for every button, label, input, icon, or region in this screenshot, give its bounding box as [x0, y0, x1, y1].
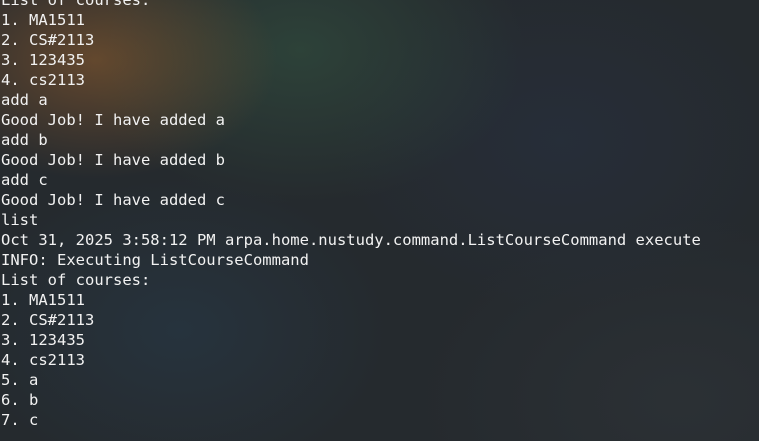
terminal-line: List of courses:	[1, 0, 151, 9]
terminal-line: add a	[1, 91, 48, 109]
terminal-line: List of courses:	[1, 271, 151, 289]
terminal-line: 7. c	[1, 411, 39, 429]
terminal-line: add c	[1, 171, 48, 189]
terminal-line: add b	[1, 131, 48, 149]
terminal-line: INFO: Executing ListCourseCommand	[1, 251, 309, 269]
terminal-line: 3. 123435	[1, 331, 85, 349]
terminal-line: 3. 123435	[1, 51, 85, 69]
terminal-line: 5. a	[1, 371, 39, 389]
terminal-line: Good Job! I have added b	[1, 151, 225, 169]
terminal-line: 4. cs2113	[1, 351, 85, 369]
terminal-line: list	[1, 211, 39, 229]
terminal-line: 2. CS#2113	[1, 311, 95, 329]
terminal-line: 6. b	[1, 391, 39, 409]
terminal-line: Oct 31, 2025 3:58:12 PM arpa.home.nustud…	[1, 231, 701, 249]
terminal-line: Good Job! I have added a	[1, 111, 225, 129]
terminal-output[interactable]: List of courses: 1. MA1511 2. CS#2113 3.…	[0, 0, 759, 441]
terminal-line: 1. MA1511	[1, 291, 85, 309]
terminal-line: 4. cs2113	[1, 71, 85, 89]
terminal-line: Good Job! I have added c	[1, 191, 225, 209]
terminal-line: 1. MA1511	[1, 11, 85, 29]
terminal-line: 2. CS#2113	[1, 31, 95, 49]
